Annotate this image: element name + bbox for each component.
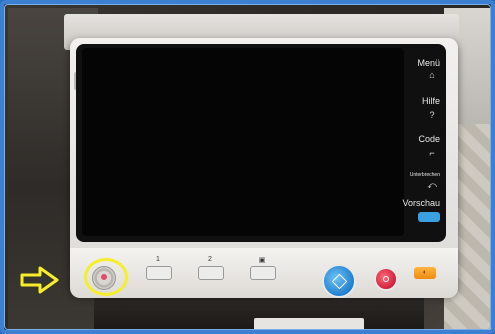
start-button[interactable] [322, 264, 356, 298]
touchscreen-display[interactable] [82, 48, 404, 236]
home-icon[interactable]: ⌂ [426, 70, 438, 80]
help-label: Hilfe [421, 96, 440, 106]
preview-label: Vorschau [402, 198, 440, 208]
stop-icon [383, 276, 389, 282]
start-icon [331, 273, 348, 290]
stop-button[interactable] [374, 267, 398, 291]
menu-label: Menü [417, 58, 440, 68]
pointer-arrow-icon [20, 266, 59, 294]
interrupt-icon[interactable]: ⤺ [426, 180, 438, 190]
photo-frame: Menü ⌂ Hilfe ? Code ⌐ Unterbrechen ⤺ Vor… [0, 0, 495, 334]
panel-stand-foot [254, 318, 364, 330]
register-key-1-label: 1 [156, 256, 160, 263]
register-key-3[interactable] [250, 266, 276, 280]
reset-icon: ◐ [422, 269, 428, 276]
preview-button[interactable] [418, 212, 440, 222]
key-icon[interactable]: ⌐ [426, 148, 438, 158]
register-key-2-label: 2 [208, 256, 212, 263]
help-icon[interactable]: ? [426, 110, 438, 120]
reset-button[interactable]: ◐ [414, 267, 436, 279]
touchscreen-side-menu: Menü ⌂ Hilfe ? Code ⌐ Unterbrechen ⤺ Vor… [402, 52, 444, 238]
power-highlight-ring [84, 258, 128, 296]
register-key-3-label: ▣ [258, 257, 266, 264]
interrupt-label: Unterbrechen [409, 172, 440, 178]
register-key-2[interactable] [198, 266, 224, 280]
code-label: Code [418, 134, 440, 144]
register-key-1[interactable] [146, 266, 172, 280]
